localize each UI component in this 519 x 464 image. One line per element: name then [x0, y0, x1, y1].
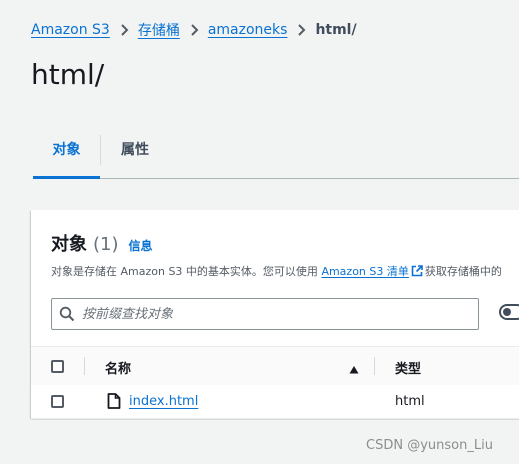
chevron-right-icon — [287, 22, 315, 38]
panel-heading: 对象 (1) 信息 — [51, 230, 153, 256]
description-suffix: 获取存储桶中的 — [424, 265, 502, 278]
file-icon — [107, 393, 121, 409]
watermark: CSDN @yunson_Liu — [366, 438, 493, 453]
column-header-type[interactable]: 类型 — [395, 358, 421, 377]
inventory-link[interactable]: Amazon S3 清单 — [321, 265, 408, 278]
column-divider — [84, 357, 85, 375]
column-divider — [374, 357, 375, 375]
sort-ascending-icon[interactable] — [349, 360, 359, 374]
page-title: html/ — [31, 58, 105, 91]
search-icon — [52, 299, 82, 329]
breadcrumb-current: html/ — [315, 22, 357, 38]
object-type: html — [395, 394, 425, 409]
chevron-right-icon — [180, 22, 208, 38]
tab-properties[interactable]: 属性 — [101, 120, 149, 178]
description-text: 对象是存储在 Amazon S3 中的基本实体。您可以使用 — [51, 265, 318, 278]
object-count: (1) — [93, 234, 119, 255]
tab-bar: 对象 属性 — [33, 120, 519, 179]
page: Amazon S3 存储桶 amazoneks html/ html/ 对象 属… — [0, 0, 519, 464]
tab-objects[interactable]: 对象 — [33, 120, 100, 179]
column-header-name[interactable]: 名称 — [105, 358, 131, 377]
panel-title: 对象 — [51, 234, 87, 255]
select-all-checkbox[interactable] — [51, 360, 64, 373]
info-link[interactable]: 信息 — [129, 237, 153, 254]
breadcrumb-link-amazon-s3[interactable]: Amazon S3 — [31, 22, 110, 38]
search-box — [51, 298, 479, 330]
objects-panel: 对象 (1) 信息 对象是存储在 Amazon S3 中的基本实体。您可以使用 … — [31, 210, 519, 419]
object-link[interactable]: index.html — [129, 394, 198, 409]
row-checkbox[interactable] — [51, 395, 64, 408]
table-row: index.html html — [31, 385, 519, 419]
chevron-right-icon — [110, 22, 138, 38]
breadcrumb-link-bucket[interactable]: amazoneks — [208, 22, 288, 38]
versions-toggle[interactable] — [499, 304, 519, 320]
breadcrumb-link-buckets[interactable]: 存储桶 — [138, 20, 180, 40]
table-header: 名称 类型 — [31, 346, 519, 386]
external-link-icon — [411, 265, 423, 280]
toggle-knob — [503, 308, 511, 316]
breadcrumb: Amazon S3 存储桶 amazoneks html/ — [31, 20, 357, 40]
panel-description: 对象是存储在 Amazon S3 中的基本实体。您可以使用 Amazon S3 … — [51, 263, 502, 280]
search-input[interactable] — [82, 306, 462, 322]
